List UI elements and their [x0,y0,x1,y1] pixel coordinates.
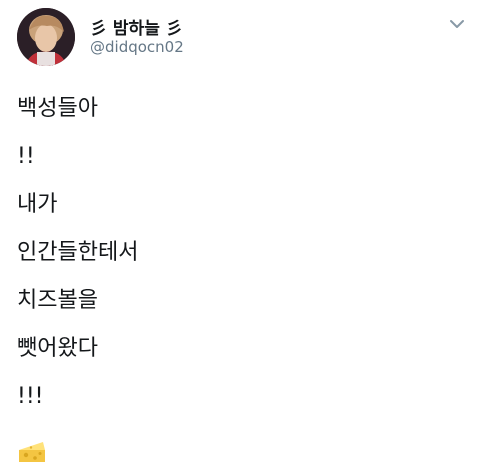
tweet-line: 백성들아 [17,96,98,121]
tweet-line: 치즈볼을 [17,288,98,313]
tweet-line: 내가 [17,192,58,217]
tweet-line: !! [17,144,35,169]
tweet-line: 뺏어왔다 [17,336,98,361]
tweet-text: 백성들아 !! 내가 인간들한테서 치즈볼을 뺏어왔다 !!! [17,94,138,430]
avatar[interactable] [17,8,75,66]
chevron-down-icon[interactable] [448,16,466,30]
tweet-card: 彡 밤하늘 彡 @didqocn02 백성들아 !! 내가 인간들한테서 치즈볼… [0,0,480,467]
display-name[interactable]: 彡 밤하늘 彡 [90,14,183,39]
user-handle[interactable]: @didqocn02 [90,38,184,56]
avatar-image [17,8,75,66]
cheese-wedge-icon [17,438,47,464]
tweet-line: 인간들한테서 [17,240,139,265]
tweet-line: !!! [17,384,44,409]
